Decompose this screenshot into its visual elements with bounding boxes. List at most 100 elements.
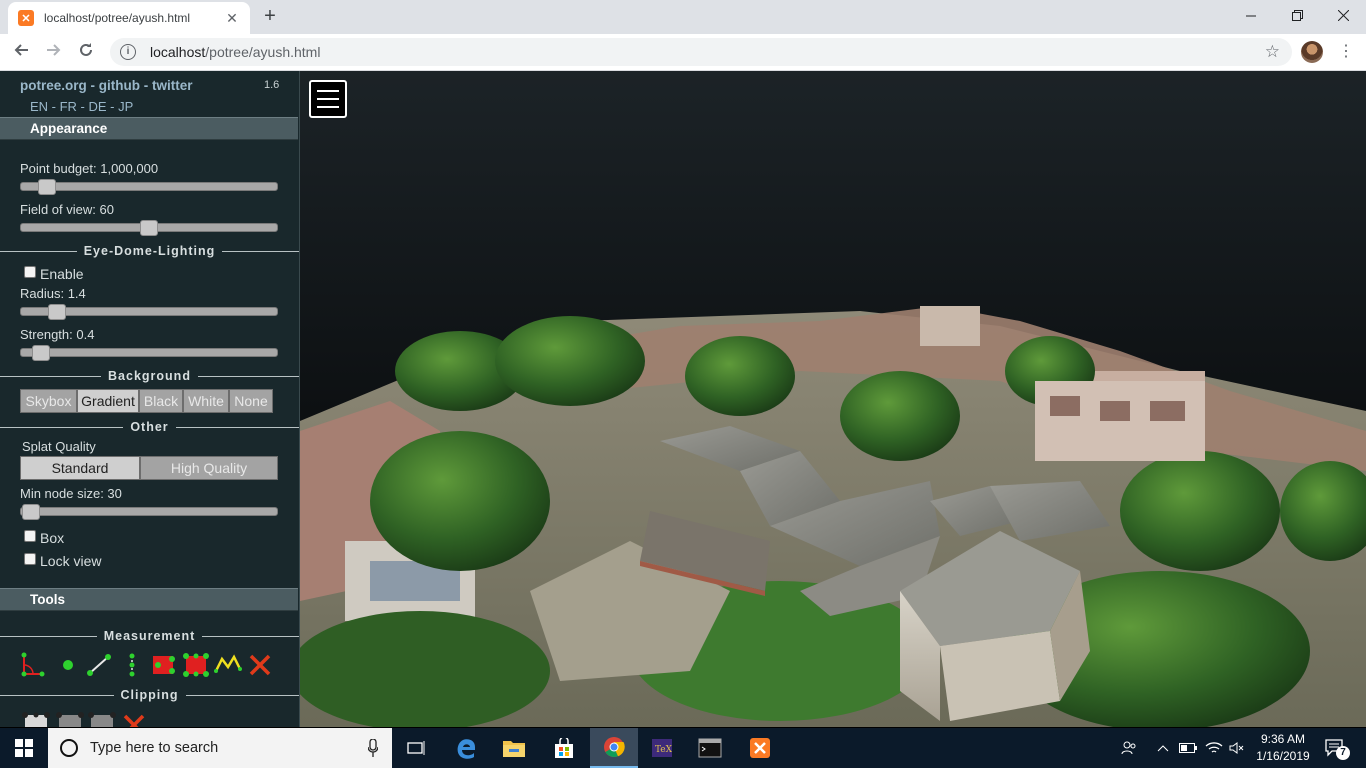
avatar[interactable] [1301, 41, 1323, 63]
lock-view-checkbox[interactable] [24, 553, 36, 565]
splat-quality-label: Splat Quality [22, 439, 96, 454]
minimize-icon [1245, 15, 1256, 16]
tab-title: localhost/potree/ayush.html [44, 11, 191, 25]
back-button[interactable] [8, 40, 34, 64]
clip-polygon-icon[interactable] [56, 711, 84, 727]
tab-strip: ✕ localhost/potree/ayush.html ✕ + [0, 0, 1366, 34]
point-cloud-scene [300, 306, 1366, 727]
point-budget-label: Point budget: 1,000,000 [20, 161, 159, 176]
slider-handle[interactable] [22, 504, 41, 520]
radius-slider[interactable] [20, 304, 278, 320]
task-view-glyph [407, 741, 425, 755]
radius-label: Radius: 1.4 [20, 286, 86, 301]
edl-enable-checkbox[interactable] [24, 266, 36, 278]
start-button[interactable] [0, 728, 48, 768]
point-icon[interactable] [54, 651, 82, 679]
distance-icon[interactable] [86, 651, 114, 679]
fov-slider[interactable] [20, 220, 278, 236]
remove-icon[interactable] [246, 651, 274, 679]
menu-toggle-button[interactable] [309, 80, 347, 118]
splat-standard-button[interactable]: Standard [20, 456, 140, 480]
clip-screen-box-icon[interactable] [88, 711, 116, 727]
hamburger-line [317, 106, 339, 108]
address-bar[interactable]: i localhost/potree/ayush.html ☆ [110, 38, 1292, 66]
other-divider: Other [0, 420, 299, 434]
header-links[interactable]: potree.org - github - twitter [20, 78, 192, 93]
cmd-icon[interactable] [686, 728, 734, 768]
info-icon[interactable]: i [120, 44, 136, 60]
reload-button[interactable] [73, 40, 99, 64]
measurement-tools [18, 651, 288, 681]
system-clock[interactable]: 9:36 AM 1/16/2019 [1246, 731, 1320, 765]
background-selector: Skybox Gradient Black White None [20, 389, 273, 413]
point-budget-slider[interactable] [20, 179, 278, 195]
xampp-favicon-icon: ✕ [18, 10, 34, 26]
xampp-icon[interactable] [736, 728, 784, 768]
box-label: Box [40, 530, 65, 546]
strength-slider[interactable] [20, 345, 278, 361]
appearance-header[interactable]: Appearance [0, 117, 298, 140]
angle-icon[interactable] [18, 651, 46, 679]
slider-handle[interactable] [32, 345, 51, 361]
chrome-icon[interactable] [590, 728, 638, 768]
tools-header[interactable]: Tools [0, 588, 298, 611]
wifi-icon[interactable] [1202, 728, 1226, 768]
new-tab-button[interactable]: + [258, 6, 282, 28]
lock-view-label: Lock view [40, 553, 102, 569]
store-glyph [555, 738, 573, 758]
people-icon[interactable] [1116, 728, 1142, 768]
taskbar-search[interactable]: Type here to search [48, 728, 392, 768]
slider-handle[interactable] [140, 220, 158, 236]
forward-button[interactable] [41, 40, 67, 64]
task-view-icon[interactable] [392, 728, 440, 768]
battery-icon[interactable] [1176, 728, 1200, 768]
language-links[interactable]: EN - FR - DE - JP [30, 99, 133, 114]
menu-icon[interactable]: ⋮ [1336, 42, 1356, 62]
potree-sidebar: potree.org - github - twitter 1.6 EN - F… [0, 71, 300, 727]
slider-handle[interactable] [37, 179, 56, 195]
clipping-tools [22, 709, 222, 727]
min-node-size-slider[interactable] [20, 504, 278, 520]
box-checkbox[interactable] [24, 530, 36, 542]
edge-icon[interactable] [442, 728, 490, 768]
background-black-button[interactable]: Black [139, 389, 183, 413]
url-text: localhost/potree/ayush.html [150, 44, 321, 60]
texmaker-icon[interactable]: TeX [638, 728, 686, 768]
edl-enable-label: Enable [40, 266, 84, 282]
circle-icon[interactable] [150, 651, 178, 679]
area-icon[interactable] [182, 651, 210, 679]
restore-button[interactable] [1274, 0, 1320, 30]
background-none-button[interactable]: None [229, 389, 273, 413]
close-window-button[interactable] [1320, 0, 1366, 30]
height-icon[interactable] [118, 651, 146, 679]
tex-glyph: TeX [652, 739, 673, 757]
minimize-button[interactable] [1228, 0, 1274, 30]
volume-icon[interactable] [1226, 728, 1248, 768]
splat-high-quality-button[interactable]: High Quality [140, 456, 278, 480]
browser-toolbar: i localhost/potree/ayush.html ☆ ⋮ [0, 34, 1366, 71]
taskbar: Type here to search TeX 9:36 AM 1/16/201… [0, 728, 1366, 768]
store-icon[interactable] [540, 728, 588, 768]
action-center-button[interactable]: 7 [1320, 728, 1350, 768]
search-placeholder: Type here to search [90, 740, 219, 756]
point-cloud-viewport[interactable] [300, 71, 1366, 727]
star-icon[interactable]: ☆ [1265, 42, 1280, 62]
remove-clip-icon[interactable] [120, 711, 148, 727]
chevron-up-icon [1157, 745, 1169, 752]
browser-tab[interactable]: ✕ localhost/potree/ayush.html ✕ [8, 2, 250, 34]
slider-handle[interactable] [47, 304, 66, 320]
close-tab-icon[interactable]: ✕ [224, 10, 240, 27]
background-skybox-button[interactable]: Skybox [20, 389, 77, 413]
microphone-icon[interactable] [368, 739, 378, 757]
measurement-divider: Measurement [0, 629, 299, 643]
background-gradient-button[interactable]: Gradient [77, 389, 139, 413]
clip-volume-icon[interactable] [22, 711, 50, 727]
profile-icon[interactable] [214, 651, 242, 679]
cortana-icon [60, 739, 78, 757]
file-explorer-icon[interactable] [490, 728, 538, 768]
clock-date: 1/16/2019 [1256, 749, 1310, 763]
background-white-button[interactable]: White [183, 389, 229, 413]
folder-glyph [503, 741, 525, 757]
show-hidden-icons[interactable] [1152, 728, 1174, 768]
edl-divider: Eye-Dome-Lighting [0, 244, 299, 258]
